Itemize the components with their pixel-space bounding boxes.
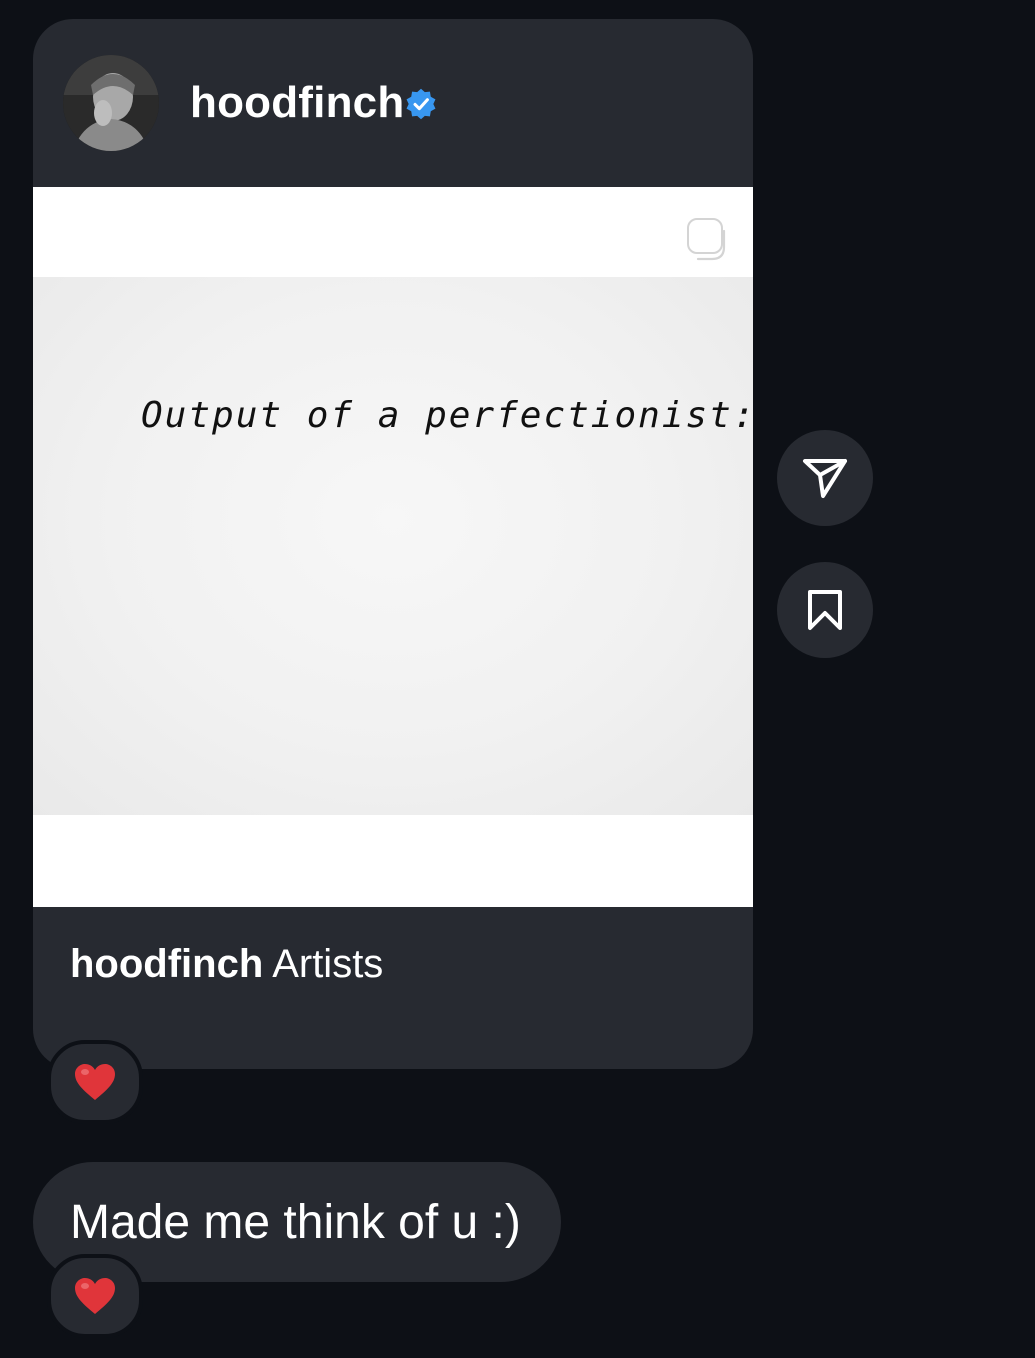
caption-text: Artists — [272, 942, 384, 986]
post-header[interactable]: hoodfinch — [33, 19, 753, 187]
post-reaction[interactable] — [47, 1040, 143, 1124]
avatar[interactable] — [63, 55, 159, 151]
dm-thread: hoodfinch Output of a perfectionist: hoo… — [0, 0, 1035, 1358]
image-paper: Output of a perfectionist: — [33, 277, 753, 815]
bookmark-icon — [808, 590, 842, 630]
post-author-name[interactable]: hoodfinch — [190, 77, 404, 129]
post-image[interactable]: Output of a perfectionist: — [33, 187, 753, 907]
carousel-icon — [682, 213, 730, 261]
message-reaction[interactable] — [47, 1254, 143, 1338]
save-button[interactable] — [777, 562, 873, 658]
handwritten-text: Output of a perfectionist: — [141, 395, 753, 436]
paper-plane-icon — [803, 459, 847, 498]
post-caption: hoodfinch Artists — [70, 939, 383, 989]
message-text: Made me think of u :) — [70, 1195, 521, 1249]
verified-badge-icon — [406, 88, 436, 120]
heart-icon — [75, 1064, 115, 1100]
caption-username[interactable]: hoodfinch — [70, 942, 263, 986]
heart-icon — [75, 1278, 115, 1314]
shared-post-card[interactable]: hoodfinch Output of a perfectionist: hoo… — [33, 19, 753, 1069]
share-button[interactable] — [777, 430, 873, 526]
